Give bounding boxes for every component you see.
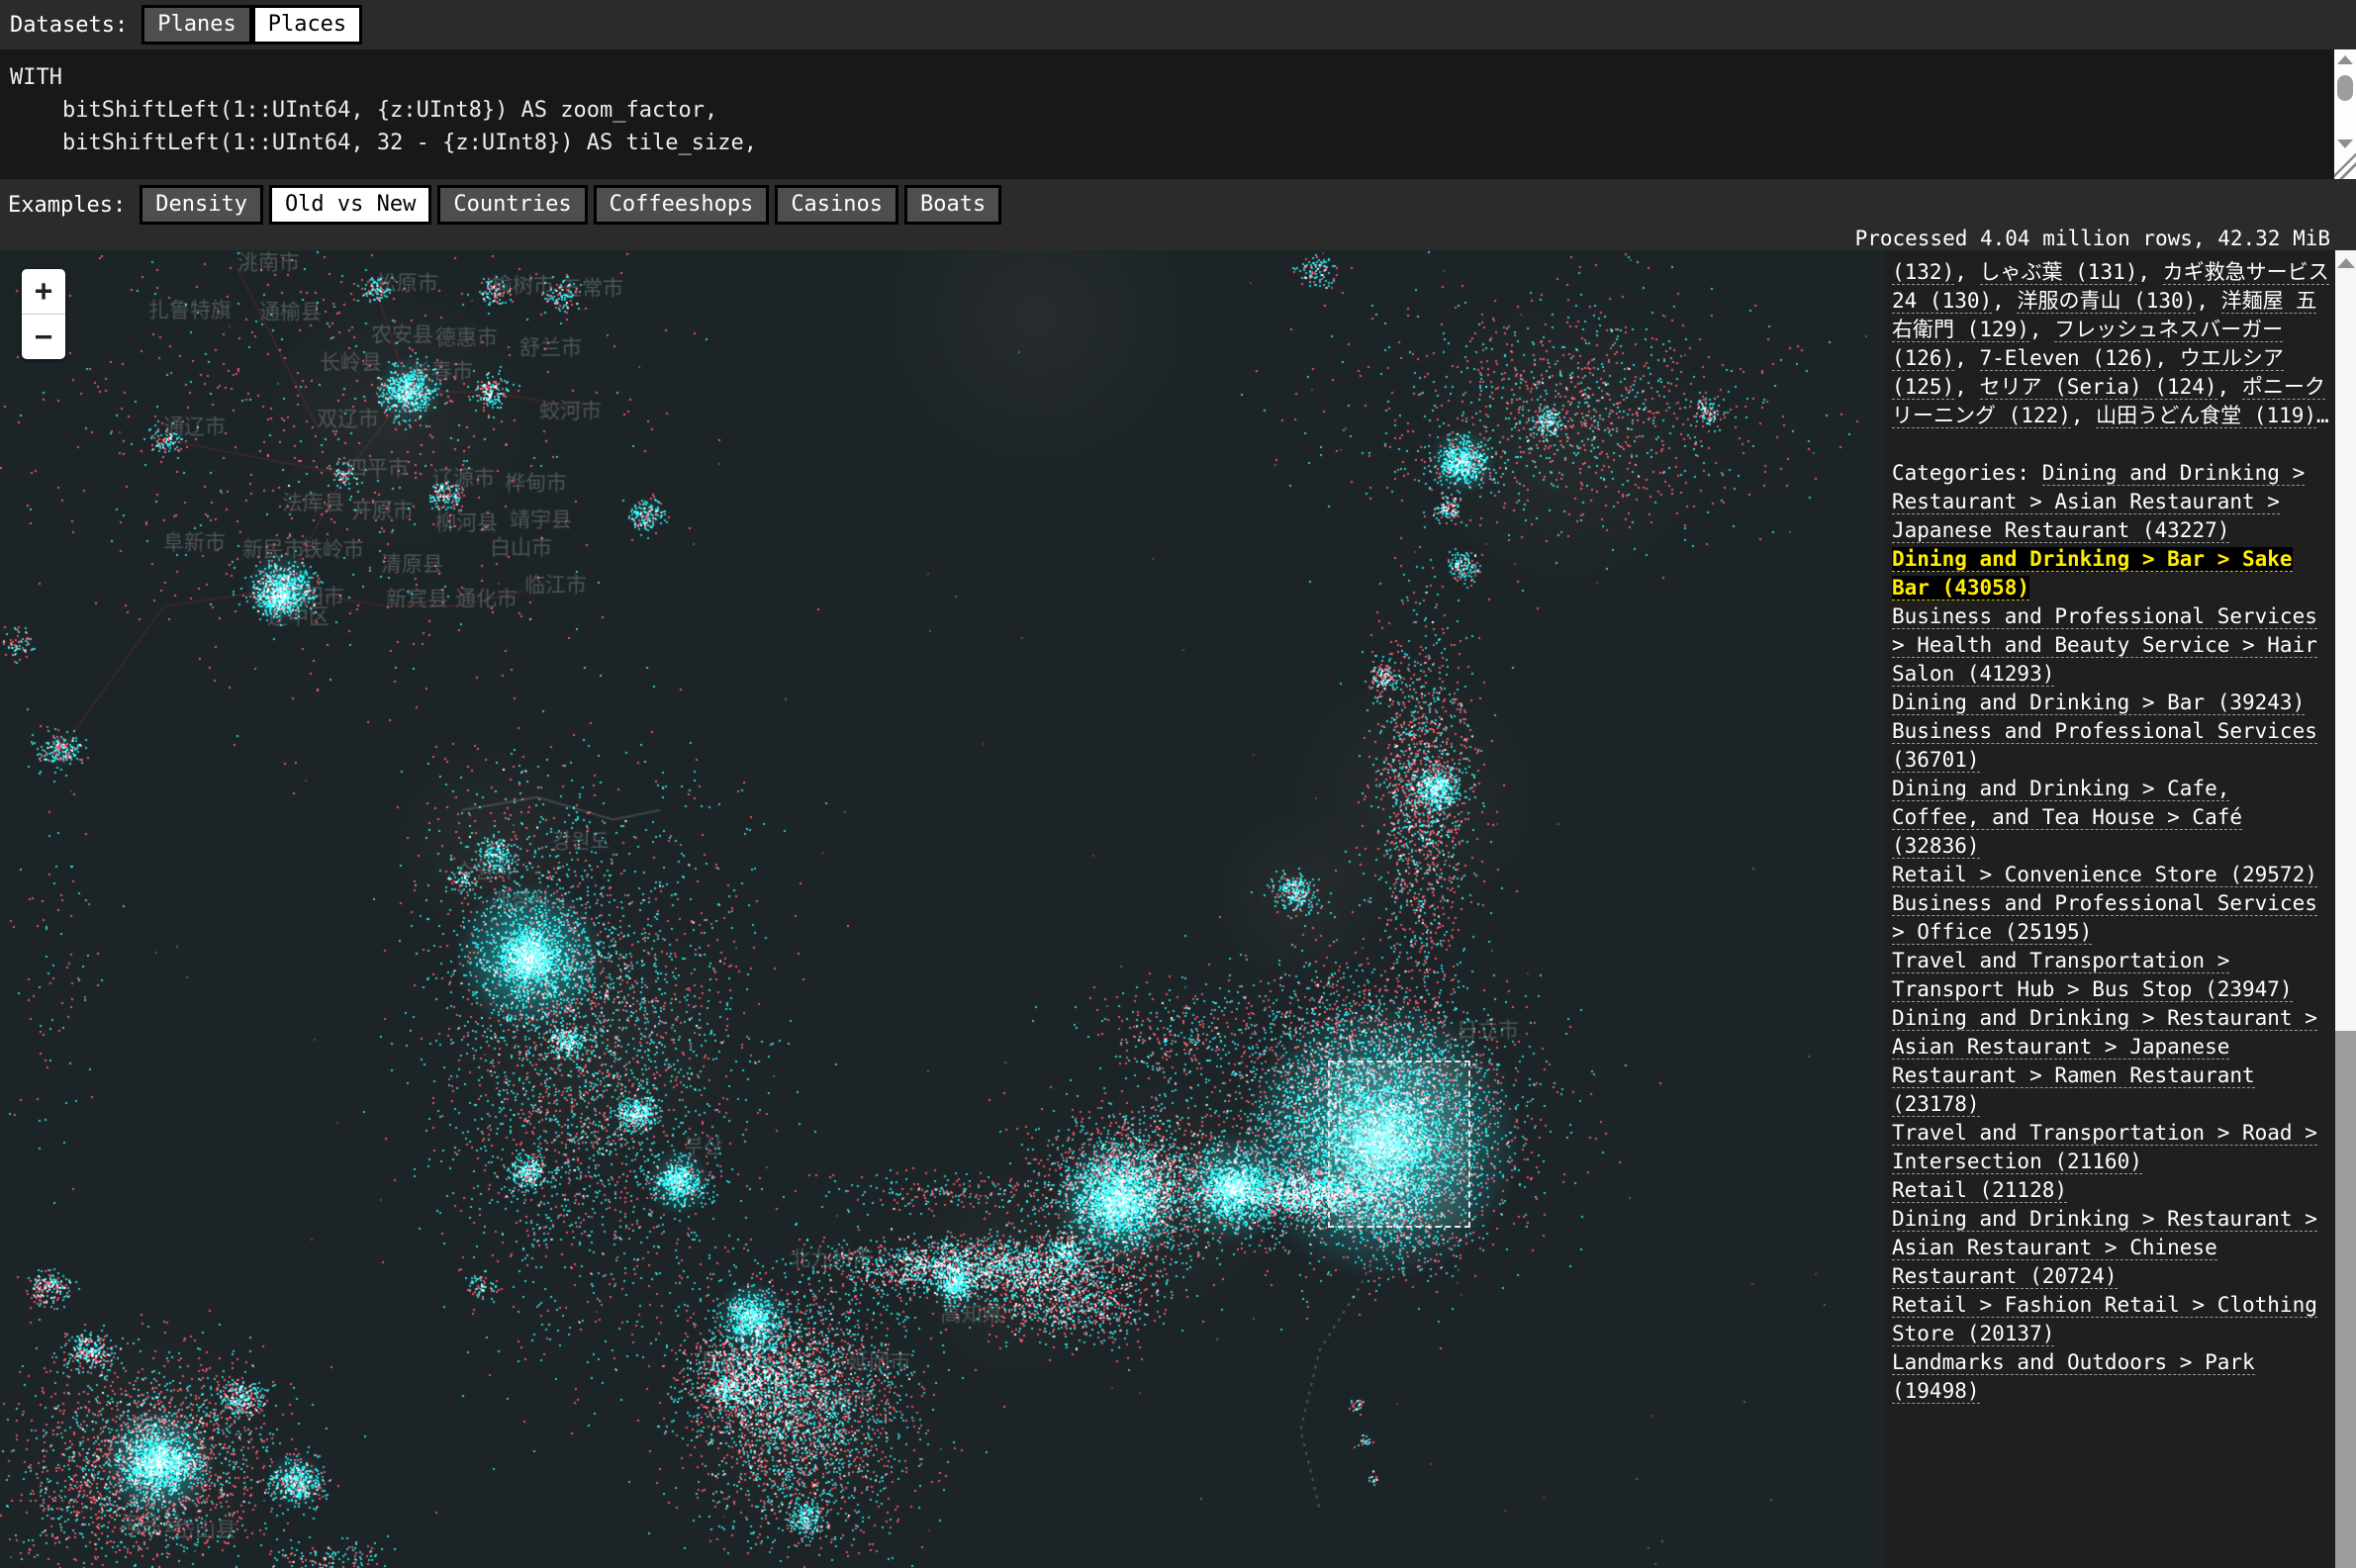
category-link[interactable]: Retail (21128) xyxy=(1892,1178,2067,1203)
query-status-text: Processed 4.04 million rows, 42.32 MiB xyxy=(1855,227,2330,250)
category-link-highlighted[interactable]: Dining and Drinking > Bar > Sake Bar (43… xyxy=(1892,547,2293,600)
examples-toolbar: Examples: DensityOld vs NewCountriesCoff… xyxy=(0,179,2356,250)
category-link[interactable]: Dining and Drinking > Cafe, Coffee, and … xyxy=(1892,777,2242,859)
datasets-bar: Datasets: PlanesPlaces xyxy=(0,0,2356,49)
category-link[interactable]: Travel and Transportation > Road > Inter… xyxy=(1892,1121,2317,1174)
sql-editor[interactable]: WITH bitShiftLeft(1::UInt64, {z:UInt8}) … xyxy=(0,49,2356,159)
category-link[interactable]: Landmarks and Outdoors > Park (19498) xyxy=(1892,1350,2255,1404)
brands-list: (132), しゃぶ葉 (131), カギ救急サービス24 (130), 洋服の… xyxy=(1892,258,2329,430)
categories-list: Categories: Dining and Drinking > Restau… xyxy=(1892,459,2329,1406)
examples-label: Examples: xyxy=(8,193,126,218)
brand-link[interactable]: 山田うどん食堂 (119) xyxy=(2096,404,2316,428)
zoom-out-button[interactable]: − xyxy=(22,314,65,359)
brand-link[interactable]: (132) xyxy=(1892,260,1954,285)
datasets-button-group: PlanesPlaces xyxy=(141,5,362,45)
category-link[interactable]: Travel and Transportation > Transport Hu… xyxy=(1892,949,2293,1002)
sql-editor-area: WITH bitShiftLeft(1::UInt64, {z:UInt8}) … xyxy=(0,49,2356,179)
scroll-up-icon[interactable] xyxy=(2337,258,2355,268)
example-button-countries[interactable]: Countries xyxy=(437,185,587,225)
category-link[interactable]: Business and Professional Services (3670… xyxy=(1892,719,2317,773)
examples-button-group: DensityOld vs NewCountriesCoffeeshopsCas… xyxy=(140,185,1007,225)
category-link[interactable]: Retail > Fashion Retail > Clothing Store… xyxy=(1892,1293,2317,1346)
example-button-casinos[interactable]: Casinos xyxy=(775,185,898,225)
sidebar-scrollbar-thumb[interactable] xyxy=(2335,1031,2356,1568)
example-button-density[interactable]: Density xyxy=(140,185,263,225)
example-button-old-vs-new[interactable]: Old vs New xyxy=(269,185,431,225)
brand-link[interactable]: 7-Eleven (126) xyxy=(1980,346,2155,371)
scroll-up-icon[interactable] xyxy=(2337,55,2353,64)
brand-link[interactable]: 洋服の青山 (130) xyxy=(2017,289,2196,314)
map-viewport[interactable]: + − xyxy=(0,250,1885,1568)
sidebar-scrollbar[interactable] xyxy=(2335,250,2356,1568)
brand-link[interactable]: セリア (Seria) (124) xyxy=(1980,375,2217,400)
datasets-label: Datasets: xyxy=(10,13,128,38)
example-button-coffeeshops[interactable]: Coffeeshops xyxy=(594,185,770,225)
brand-link[interactable]: しゃぶ葉 (131) xyxy=(1980,260,2138,285)
map-canvas[interactable] xyxy=(0,250,1885,1568)
sql-scrollbar[interactable] xyxy=(2334,49,2356,179)
zoom-in-button[interactable]: + xyxy=(22,269,65,314)
category-link[interactable]: Dining and Drinking > Restaurant > Asian… xyxy=(1892,1006,2317,1117)
dataset-button-places[interactable]: Places xyxy=(252,5,362,45)
results-sidebar: (132), しゃぶ葉 (131), カギ救急サービス24 (130), 洋服の… xyxy=(1885,250,2356,1568)
example-button-boats[interactable]: Boats xyxy=(904,185,1001,225)
map-zoom-control: + − xyxy=(22,269,65,359)
category-link[interactable]: Business and Professional Services > Hea… xyxy=(1892,604,2317,687)
category-link[interactable]: Dining and Drinking > Restaurant > Asian… xyxy=(1892,1207,2317,1289)
sidebar-text: (132), しゃぶ葉 (131), カギ救急サービス24 (130), 洋服の… xyxy=(1892,258,2329,1406)
category-link[interactable]: Retail > Convenience Store (29572) xyxy=(1892,863,2317,887)
dataset-button-planes[interactable]: Planes xyxy=(141,5,251,45)
categories-label: Categories: xyxy=(1892,461,2042,485)
resize-grip-icon[interactable] xyxy=(2334,153,2356,179)
examples-row: Examples: DensityOld vs NewCountriesCoff… xyxy=(0,179,2356,228)
sql-scrollbar-thumb[interactable] xyxy=(2337,75,2353,101)
content-row: + − (132), しゃぶ葉 (131), カギ救急サービス24 (130),… xyxy=(0,250,2356,1568)
app-window: Datasets: PlanesPlaces WITH bitShiftLeft… xyxy=(0,0,2356,1568)
scroll-down-icon[interactable] xyxy=(2337,139,2353,148)
category-link[interactable]: Business and Professional Services > Off… xyxy=(1892,891,2317,945)
category-link[interactable]: Dining and Drinking > Bar (39243) xyxy=(1892,691,2305,715)
map-selection-box[interactable] xyxy=(1328,1061,1470,1228)
